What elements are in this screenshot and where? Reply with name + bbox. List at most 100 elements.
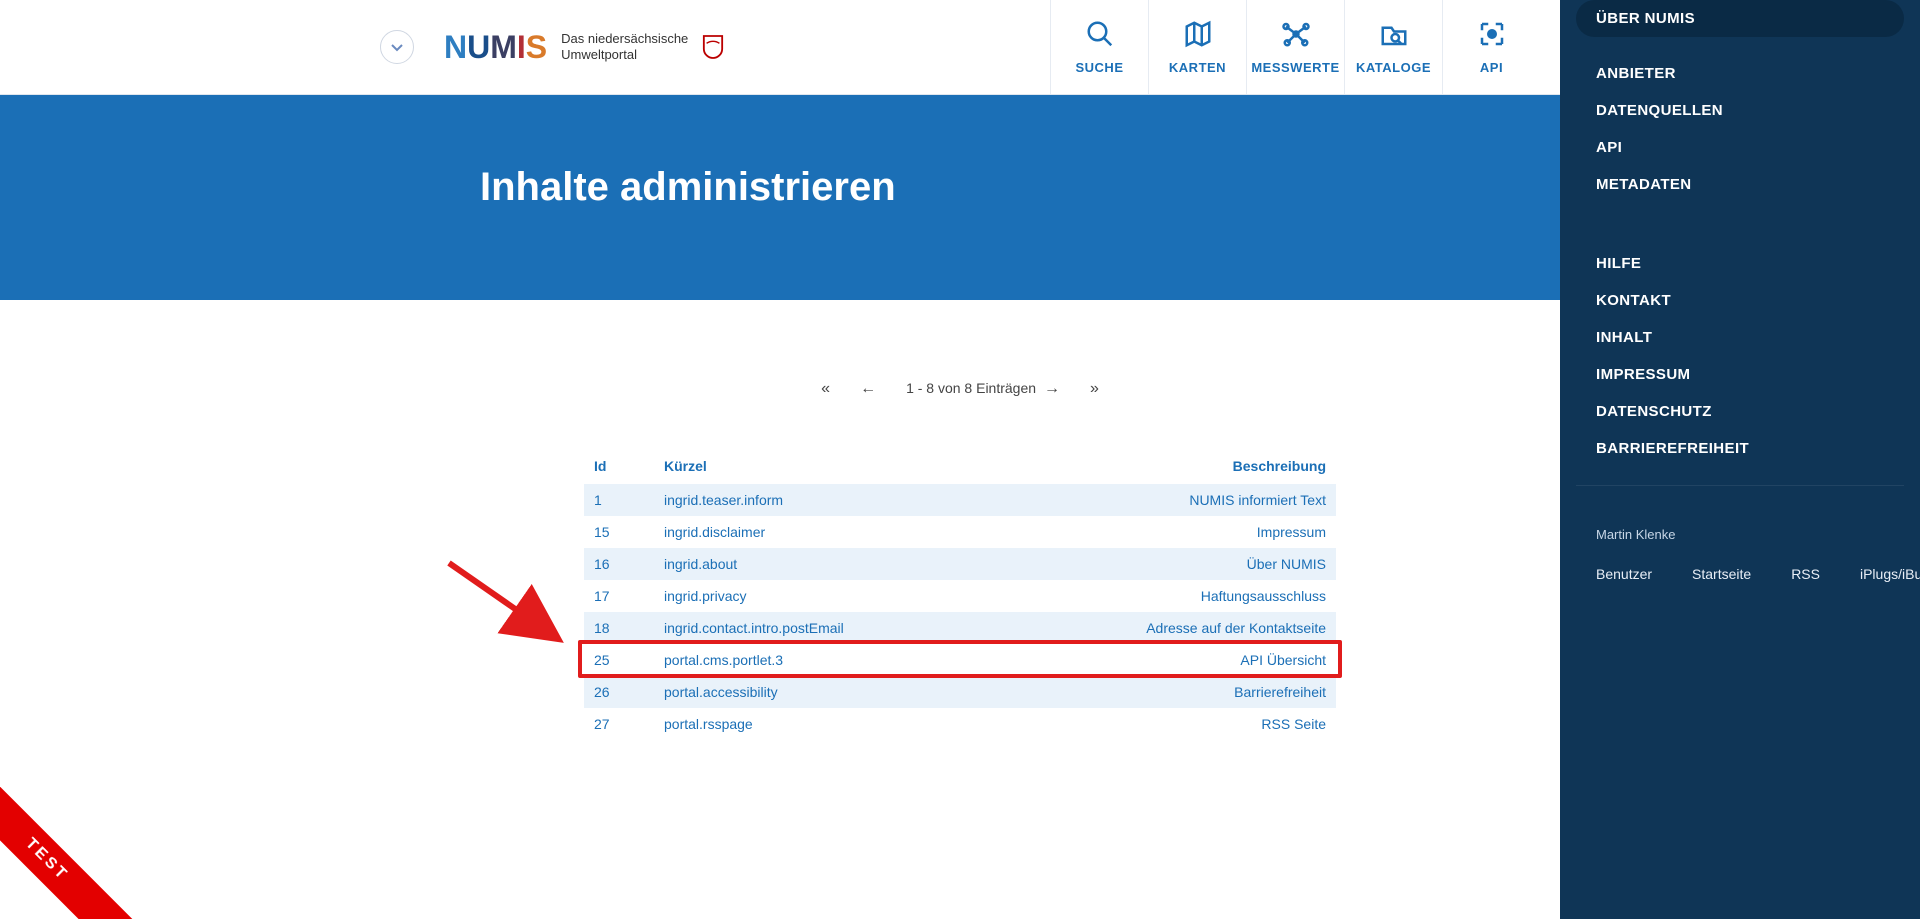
pager-next-inline[interactable]: → [1044, 380, 1060, 397]
page-title: Inhalte administrieren [380, 165, 1540, 210]
row-link-key[interactable]: ingrid.contact.intro.postEmail [664, 620, 844, 636]
row-link-key[interactable]: portal.rsspage [664, 716, 753, 732]
cell-key: portal.cms.portlet.3 [654, 644, 995, 676]
row-link-key[interactable]: portal.accessibility [664, 684, 778, 700]
col-id[interactable]: Id [584, 448, 654, 484]
cell-key: ingrid.privacy [654, 580, 995, 612]
logo[interactable]: NUMIS Das niedersächsischeUmweltportal [444, 29, 724, 66]
cell-id: 25 [584, 644, 654, 676]
pager-status: 1 - 8 von 8 Einträgen → [906, 380, 1060, 398]
pager: « ← 1 - 8 von 8 Einträgen → » [584, 380, 1336, 398]
sidebar-item-inhalt[interactable]: INHALT [1576, 319, 1904, 356]
row-link-key[interactable]: ingrid.privacy [664, 588, 746, 604]
content-area: « ← 1 - 8 von 8 Einträgen → » Id Kürzel … [560, 380, 1360, 740]
top-nav: SUCHE KARTEN MESSWERTE KATALOGE API [1050, 0, 1540, 94]
catalog-icon [1379, 19, 1409, 52]
sidebar-item-impressum[interactable]: IMPRESSUM [1576, 356, 1904, 393]
nav-suche[interactable]: SUCHE [1050, 0, 1148, 94]
cell-desc: Impressum [995, 516, 1336, 548]
sidebar-item-datenquellen[interactable]: DATENQUELLEN [1576, 92, 1904, 129]
row-link-key[interactable]: portal.cms.portlet.3 [664, 652, 783, 668]
cell-id: 27 [584, 708, 654, 740]
sidebar-group-secondary: HILFEKONTAKTINHALTIMPRESSUMDATENSCHUTZBA… [1576, 245, 1904, 467]
nav-label: KATALOGE [1356, 60, 1431, 75]
col-desc[interactable]: Beschreibung [995, 448, 1336, 484]
row-link-key[interactable]: ingrid.about [664, 556, 737, 572]
crest-icon [702, 34, 724, 60]
nav-label: API [1480, 60, 1503, 75]
cell-desc: Adresse auf der Kontaktseite [995, 612, 1336, 644]
table-row[interactable]: 1 ingrid.teaser.inform NUMIS informiert Te… [584, 484, 1336, 516]
cell-id: 16 [584, 548, 654, 580]
row-link-desc[interactable]: NUMIS informiert Text [1189, 492, 1326, 508]
nav-label: MESSWERTE [1251, 60, 1339, 75]
cell-desc: Haftungsausschluss [995, 580, 1336, 612]
cell-id: 17 [584, 580, 654, 612]
nav-messwerte[interactable]: MESSWERTE [1246, 0, 1344, 94]
nav-api[interactable]: API [1442, 0, 1540, 94]
cell-id: 1 [584, 484, 654, 516]
cell-desc: API Übersicht [995, 644, 1336, 676]
pager-last[interactable]: » [1090, 380, 1099, 398]
chevron-down-icon [391, 39, 403, 55]
row-link-desc[interactable]: Haftungsausschluss [1201, 588, 1326, 604]
table-row[interactable]: 25 portal.cms.portlet.3 API Übersicht [584, 644, 1336, 676]
sidebar-item-hilfe[interactable]: HILFE [1576, 245, 1904, 282]
row-link-key[interactable]: ingrid.teaser.inform [664, 492, 783, 508]
row-link-desc[interactable]: API Übersicht [1240, 652, 1326, 668]
sidebar: ÜBER NUMIS ANBIETERDATENQUELLENAPIMETADA… [1560, 0, 1920, 919]
cell-desc: RSS Seite [995, 708, 1336, 740]
pager-prev[interactable]: ← [860, 380, 876, 398]
sidebar-admin-startseite[interactable]: Startseite [1672, 557, 1771, 591]
col-key[interactable]: Kürzel [654, 448, 995, 484]
test-ribbon: TEST [0, 764, 142, 919]
logo-tagline: Das niedersächsischeUmweltportal [561, 31, 688, 64]
row-link-desc[interactable]: Barrierefreiheit [1234, 684, 1326, 700]
network-icon [1281, 19, 1311, 52]
row-link-desc[interactable]: Impressum [1257, 524, 1326, 540]
cell-desc: NUMIS informiert Text [995, 484, 1336, 516]
sidebar-admin-iplugsibus[interactable]: iPlugs/iBus [1840, 557, 1920, 591]
search-icon [1085, 19, 1115, 52]
row-link-desc[interactable]: Adresse auf der Kontaktseite [1146, 620, 1326, 636]
cell-key: ingrid.teaser.inform [654, 484, 995, 516]
table-row[interactable]: 18 ingrid.contact.intro.postEmail Adresse … [584, 612, 1336, 644]
row-link-key[interactable]: ingrid.disclaimer [664, 524, 765, 540]
sidebar-user-name: Martin Klenke [1576, 521, 1904, 548]
nav-label: SUCHE [1075, 60, 1123, 75]
table-row[interactable]: 16 ingrid.about Über NUMIS [584, 548, 1336, 580]
sidebar-item-barrierefreiheit[interactable]: BARRIEREFREIHEIT [1576, 430, 1904, 467]
nav-karten[interactable]: KARTEN [1148, 0, 1246, 94]
sidebar-item-datenschutz[interactable]: DATENSCHUTZ [1576, 393, 1904, 430]
cell-key: portal.accessibility [654, 676, 995, 708]
table-row[interactable]: 15 ingrid.disclaimer Impressum [584, 516, 1336, 548]
sidebar-item-anbieter[interactable]: ANBIETER [1576, 55, 1904, 92]
cell-key: ingrid.disclaimer [654, 516, 995, 548]
sidebar-item-api[interactable]: API [1576, 129, 1904, 166]
sidebar-item-kontakt[interactable]: KONTAKT [1576, 282, 1904, 319]
cell-key: portal.rsspage [654, 708, 995, 740]
cell-id: 18 [584, 612, 654, 644]
sidebar-group-admin: BenutzerStartseiteRSSiPlugs/iBusInhaltSt… [1576, 566, 1904, 584]
sidebar-group-primary: ANBIETERDATENQUELLENAPIMETADATEN [1576, 55, 1904, 203]
sidebar-admin-benutzer[interactable]: Benutzer [1576, 557, 1672, 591]
row-link-desc[interactable]: Über NUMIS [1247, 556, 1326, 572]
table-row[interactable]: 26 portal.accessibility Barrierefreiheit [584, 676, 1336, 708]
nav-kataloge[interactable]: KATALOGE [1344, 0, 1442, 94]
header-expand-toggle[interactable] [380, 30, 414, 64]
content-table: Id Kürzel Beschreibung 1 ingrid.teaser.in… [584, 448, 1336, 740]
sidebar-admin-rss[interactable]: RSS [1771, 557, 1840, 591]
sidebar-item-metadaten[interactable]: METADATEN [1576, 166, 1904, 203]
api-target-icon [1477, 19, 1507, 52]
sidebar-pill-uber-numis[interactable]: ÜBER NUMIS [1576, 0, 1904, 37]
cell-id: 26 [584, 676, 654, 708]
table-row[interactable]: 27 portal.rsspage RSS Seite [584, 708, 1336, 740]
map-icon [1183, 19, 1213, 52]
pager-first[interactable]: « [821, 380, 830, 398]
cell-key: ingrid.contact.intro.postEmail [654, 612, 995, 644]
logo-wordmark: NUMIS [444, 29, 547, 66]
cell-key: ingrid.about [654, 548, 995, 580]
table-row[interactable]: 17 ingrid.privacy Haftungsausschluss [584, 580, 1336, 612]
row-link-desc[interactable]: RSS Seite [1261, 716, 1326, 732]
cell-id: 15 [584, 516, 654, 548]
